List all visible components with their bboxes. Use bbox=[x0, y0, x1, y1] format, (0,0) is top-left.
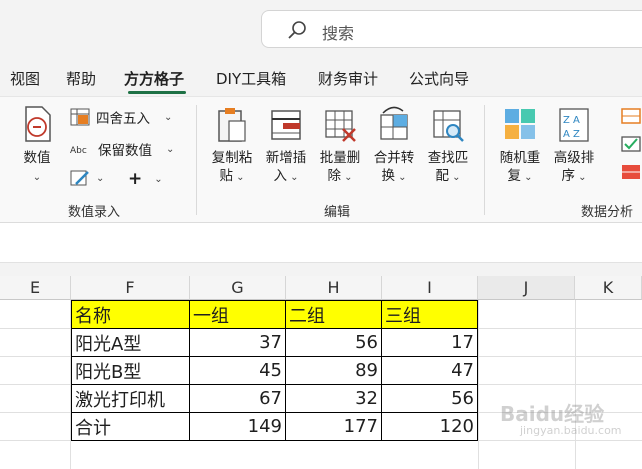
chevron-down-icon: ⌄ bbox=[32, 172, 42, 183]
group-label-numeric: 数值录入 bbox=[68, 205, 121, 220]
plus-button[interactable]: + ⌄ bbox=[128, 169, 163, 189]
table-row: 激光打印机 67 32 56 bbox=[71, 384, 478, 413]
table-cell[interactable]: 名称 bbox=[71, 300, 190, 329]
table-cell[interactable]: 67 bbox=[189, 384, 286, 413]
ribbon-tabs: 视图 帮助 方方格子 DIY工具箱 财务审计 公式向导 bbox=[0, 60, 642, 96]
chevron-down-icon: ⌄ bbox=[164, 111, 173, 123]
search-box[interactable]: 搜索 bbox=[261, 10, 642, 48]
batch-delete-button[interactable]: 批量删 除 ⌄ bbox=[315, 105, 365, 187]
advanced-sort-button[interactable]: Z A A Z 高级排 序 ⌄ bbox=[549, 105, 599, 187]
column-header-i[interactable]: I bbox=[382, 276, 478, 300]
chevron-down-icon: ⌄ bbox=[574, 172, 587, 183]
table-cell[interactable]: 37 bbox=[189, 328, 286, 357]
numeric-button[interactable]: 数值 ⌄ bbox=[12, 105, 62, 187]
chevron-down-icon: ⌄ bbox=[154, 173, 163, 185]
table-cell[interactable]: 阳光B型 bbox=[71, 356, 190, 385]
round-label: 四舍五入 bbox=[96, 111, 150, 127]
active-tab-indicator bbox=[128, 91, 186, 94]
group-label-edit: 编辑 bbox=[324, 205, 351, 220]
chevron-down-icon: ⌄ bbox=[96, 172, 105, 184]
table-cell[interactable]: 120 bbox=[381, 412, 478, 441]
tab-fangfang[interactable]: 方方格子 bbox=[124, 68, 184, 89]
pencil-grid-icon bbox=[70, 170, 89, 186]
table-cell[interactable]: 合计 bbox=[71, 412, 190, 441]
round-icon bbox=[70, 108, 90, 126]
search-placeholder: 搜索 bbox=[322, 24, 355, 43]
plus-icon: + bbox=[128, 169, 143, 189]
table-cell[interactable]: 阳光A型 bbox=[71, 328, 190, 357]
abc-icon: Abc bbox=[70, 146, 87, 156]
ribbon: 数值 ⌄ 四舍五入 ⌄ Abc 保留数值 ⌄ ⌄ + ⌄ 数值录入 复制粘 贴 … bbox=[0, 96, 642, 223]
clipboard-icon bbox=[218, 108, 246, 142]
find-icon bbox=[433, 110, 464, 142]
chevron-down-icon: ⌄ bbox=[340, 172, 353, 183]
merge-convert-button[interactable]: 合并转 换 ⌄ bbox=[369, 105, 419, 187]
table-cell[interactable]: 一组 bbox=[189, 300, 286, 329]
table-cell[interactable]: 56 bbox=[285, 328, 382, 357]
group-label-analysis: 数据分析 bbox=[581, 205, 634, 220]
tab-diy-toolbox[interactable]: DIY工具箱 bbox=[216, 68, 286, 89]
ribbon-separator bbox=[484, 105, 485, 215]
tab-view[interactable]: 视图 bbox=[10, 68, 40, 89]
title-bar: 搜索 bbox=[0, 0, 642, 60]
table-cell[interactable]: 二组 bbox=[285, 300, 382, 329]
random-repeat-button[interactable]: 随机重 复 ⌄ bbox=[495, 105, 545, 187]
table-cell[interactable]: 177 bbox=[285, 412, 382, 441]
tab-finance-audit[interactable]: 财务审计 bbox=[318, 68, 378, 89]
chevron-down-icon: ⌄ bbox=[448, 172, 461, 183]
column-header-g[interactable]: G bbox=[190, 276, 286, 300]
edit-cells-button[interactable]: ⌄ bbox=[70, 169, 104, 187]
chevron-down-icon: ⌄ bbox=[394, 172, 407, 183]
table-cell[interactable]: 32 bbox=[285, 384, 382, 413]
find-match-button[interactable]: 查找匹 配 ⌄ bbox=[423, 105, 473, 187]
chevron-down-icon: ⌄ bbox=[232, 172, 245, 183]
numeric-label: 数值 bbox=[23, 150, 51, 166]
numeric-icon bbox=[25, 106, 51, 142]
table-cell[interactable]: 149 bbox=[189, 412, 286, 441]
search-icon bbox=[288, 21, 306, 39]
table-cell[interactable]: 45 bbox=[189, 356, 286, 385]
column-header-e[interactable]: E bbox=[0, 276, 71, 300]
keep-value-button[interactable]: Abc 保留数值 ⌄ bbox=[70, 139, 174, 159]
sort-az-icon: Z A A Z bbox=[559, 108, 589, 142]
svg-text:A Z: A Z bbox=[563, 129, 580, 140]
tab-help[interactable]: 帮助 bbox=[66, 68, 96, 89]
keep-value-label: 保留数值 bbox=[98, 143, 152, 159]
more-tools-icon bbox=[621, 108, 641, 179]
svg-text:Z A: Z A bbox=[563, 115, 580, 126]
column-header-h[interactable]: H bbox=[286, 276, 382, 300]
svg-text:Abc: Abc bbox=[70, 146, 87, 156]
merge-icon bbox=[380, 106, 408, 140]
insert-button[interactable]: 新增插 入 ⌄ bbox=[261, 105, 311, 187]
column-header-k[interactable]: K bbox=[575, 276, 642, 300]
table-cell[interactable]: 三组 bbox=[381, 300, 478, 329]
table-header-row: 名称 一组 二组 三组 bbox=[71, 300, 478, 329]
watermark: Baidu经验 bbox=[500, 402, 605, 426]
delete-grid-icon bbox=[325, 110, 356, 142]
chevron-down-icon: ⌄ bbox=[520, 172, 533, 183]
table-cell[interactable]: 17 bbox=[381, 328, 478, 357]
table-row: 阳光B型 45 89 47 bbox=[71, 356, 478, 385]
round-button[interactable]: 四舍五入 ⌄ bbox=[70, 107, 172, 127]
copy-paste-button[interactable]: 复制粘 贴 ⌄ bbox=[207, 105, 257, 187]
more-tools-column[interactable] bbox=[620, 105, 642, 189]
formula-bar[interactable] bbox=[0, 223, 642, 263]
column-header-f[interactable]: F bbox=[71, 276, 190, 300]
table-cell[interactable]: 47 bbox=[381, 356, 478, 385]
table-row: 合计 149 177 120 bbox=[71, 412, 478, 441]
chevron-down-icon: ⌄ bbox=[286, 172, 299, 183]
table-cell[interactable]: 56 bbox=[381, 384, 478, 413]
insert-rows-icon bbox=[271, 110, 301, 140]
watermark-sub: jingyan.baidu.com bbox=[520, 424, 622, 437]
data-table: 名称 一组 二组 三组 阳光A型 37 56 17 阳光B型 45 89 47 … bbox=[71, 300, 478, 441]
table-row: 阳光A型 37 56 17 bbox=[71, 328, 478, 357]
chevron-down-icon: ⌄ bbox=[166, 143, 175, 155]
table-cell[interactable]: 89 bbox=[285, 356, 382, 385]
table-cell[interactable]: 激光打印机 bbox=[71, 384, 190, 413]
tab-formula-wizard[interactable]: 公式向导 bbox=[409, 68, 469, 89]
random-grid-icon bbox=[505, 109, 535, 139]
sheet-top-gap bbox=[0, 263, 642, 276]
column-header-j[interactable]: J bbox=[478, 276, 575, 300]
ribbon-separator bbox=[196, 105, 197, 215]
